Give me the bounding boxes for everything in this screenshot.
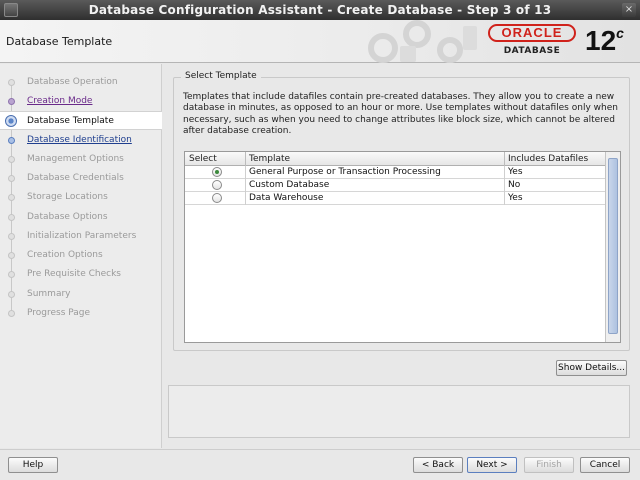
footer-divider [0, 449, 640, 450]
step-summary: Summary [0, 285, 162, 304]
step-dot-icon [8, 271, 15, 278]
group-title: Select Template [181, 71, 261, 81]
template-name: Data Warehouse [249, 193, 324, 203]
window-close-icon[interactable]: × [622, 3, 636, 17]
step-navigation: Database Operation Creation Mode Databas… [0, 64, 162, 448]
step-label[interactable]: Database Identification [27, 135, 132, 145]
template-name: General Purpose or Transaction Processin… [249, 167, 441, 177]
step-label: Database Template [27, 116, 114, 126]
column-header-select[interactable]: Select [189, 154, 217, 164]
template-radio-custom-database[interactable] [212, 180, 222, 190]
column-divider [245, 179, 246, 192]
step-dot-icon [8, 137, 15, 144]
page-header: Database Template ORACLE DATABASE 12c [0, 20, 640, 63]
gears-decoration-icon [368, 20, 477, 63]
step-database-template: Database Template [0, 111, 162, 130]
step-label: Initialization Parameters [27, 231, 137, 241]
table-row[interactable]: General Purpose or Transaction Processin… [185, 166, 605, 179]
step-creation-options: Creation Options [0, 246, 162, 265]
template-table: Select Template Includes Datafiles Gener… [184, 151, 621, 343]
step-management-options: Management Options [0, 150, 162, 169]
window-title: Database Configuration Assistant - Creat… [88, 3, 552, 17]
column-divider [245, 152, 246, 166]
version-suffix: c [616, 25, 624, 41]
table-header: Select Template Includes Datafiles [185, 152, 605, 166]
step-dot-icon [8, 98, 15, 105]
template-datafiles: Yes [508, 193, 523, 203]
help-button[interactable]: Help [8, 457, 58, 473]
step-dot-icon [8, 291, 15, 298]
finish-button[interactable]: Finish [524, 457, 574, 473]
version-number: 12 [585, 25, 617, 56]
step-label: Database Operation [27, 77, 118, 87]
step-creation-mode[interactable]: Creation Mode [0, 92, 162, 111]
step-database-options: Database Options [0, 208, 162, 227]
current-step-icon [5, 115, 17, 127]
oracle-wordmark: ORACLE [488, 24, 576, 42]
oracle-logo: ORACLE DATABASE [488, 24, 576, 60]
step-label: Database Options [27, 212, 108, 222]
step-progress-page: Progress Page [0, 304, 162, 323]
template-datafiles: Yes [508, 167, 523, 177]
column-divider [504, 192, 505, 205]
step-label: Summary [27, 289, 71, 299]
step-label: Management Options [27, 154, 124, 164]
step-dot-icon [8, 310, 15, 317]
table-vertical-scrollbar[interactable] [605, 152, 620, 342]
column-divider [245, 192, 246, 205]
table-row[interactable]: Custom Database No [185, 179, 605, 192]
column-divider [504, 152, 505, 166]
window-menu-icon[interactable] [4, 3, 18, 17]
template-radio-data-warehouse[interactable] [212, 193, 222, 203]
step-dot-icon [8, 214, 15, 221]
step-database-identification[interactable]: Database Identification [0, 131, 162, 150]
column-header-datafiles[interactable]: Includes Datafiles [508, 154, 588, 164]
back-button[interactable]: < Back [413, 457, 463, 473]
column-divider [504, 166, 505, 179]
step-dot-icon [8, 233, 15, 240]
template-name: Custom Database [249, 180, 330, 190]
step-label: Progress Page [27, 308, 91, 318]
version-badge: 12c [585, 24, 624, 58]
template-radio-general-purpose[interactable] [212, 167, 222, 177]
step-initialization-parameters: Initialization Parameters [0, 227, 162, 246]
cancel-button[interactable]: Cancel [580, 457, 630, 473]
step-label[interactable]: Creation Mode [27, 96, 92, 106]
template-datafiles: No [508, 180, 521, 190]
message-panel [168, 385, 630, 438]
step-storage-locations: Storage Locations [0, 188, 162, 207]
step-dot-icon [8, 79, 15, 86]
column-divider [245, 166, 246, 179]
step-label: Creation Options [27, 250, 103, 260]
step-dot-icon [8, 156, 15, 163]
column-header-template[interactable]: Template [249, 154, 290, 164]
step-label: Database Credentials [27, 173, 124, 183]
step-dot-icon [8, 252, 15, 259]
step-label: Pre Requisite Checks [27, 269, 121, 279]
step-dot-icon [8, 175, 15, 182]
window-titlebar: Database Configuration Assistant - Creat… [0, 0, 640, 20]
step-database-operation: Database Operation [0, 73, 162, 92]
page-title: Database Template [6, 35, 113, 48]
scrollbar-thumb[interactable] [608, 158, 618, 334]
next-button[interactable]: Next > [467, 457, 517, 473]
step-label: Storage Locations [27, 192, 108, 202]
column-divider [504, 179, 505, 192]
template-description: Templates that include datafiles contain… [183, 92, 618, 136]
step-database-credentials: Database Credentials [0, 169, 162, 188]
show-details-button[interactable]: Show Details... [556, 360, 627, 376]
database-wordmark: DATABASE [503, 46, 561, 56]
step-dot-icon [8, 194, 15, 201]
table-row[interactable]: Data Warehouse Yes [185, 192, 605, 205]
step-prerequisite-checks: Pre Requisite Checks [0, 265, 162, 284]
